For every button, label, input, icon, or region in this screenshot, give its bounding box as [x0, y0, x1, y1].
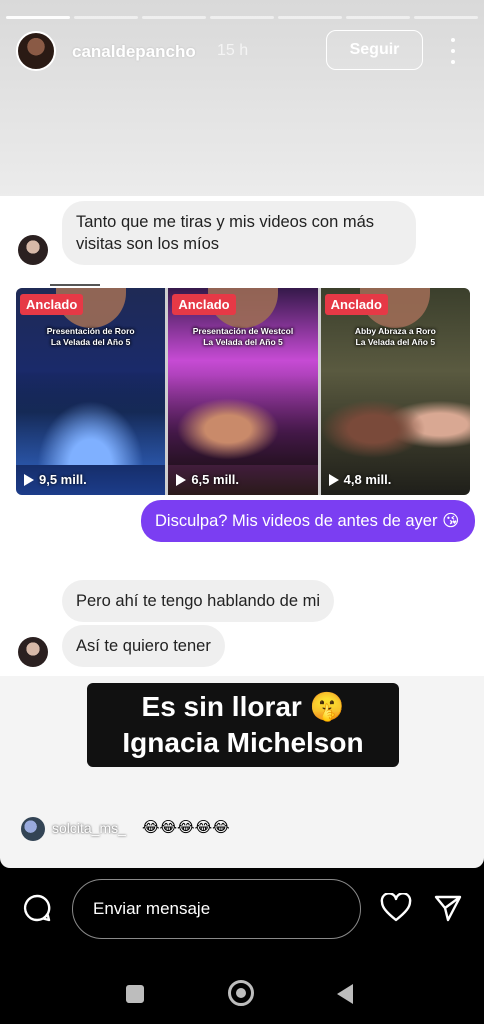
reel-views: 4,8 mill. — [328, 472, 391, 487]
progress-segment — [414, 16, 478, 19]
reel-views: 9,5 mill. — [24, 472, 87, 487]
play-icon — [328, 473, 339, 486]
chat-bubble-icon[interactable] — [22, 893, 52, 928]
back-icon[interactable] — [337, 984, 353, 1004]
outgoing-message: Disculpa? Mis videos de antes de ayer 😘 — [141, 500, 475, 542]
incoming-message: Tanto que me tiras y mis videos con más … — [62, 201, 416, 265]
incoming-message: Así te quiero tener — [62, 625, 225, 667]
send-icon[interactable] — [433, 893, 463, 928]
system-navigation-bar — [0, 960, 484, 1024]
story-caption: Es sin llorar 🤫 Ignacia Michelson — [87, 683, 399, 767]
message-input[interactable]: Enviar mensaje — [72, 879, 361, 939]
sender-avatar — [18, 235, 48, 265]
pinned-badge: Anclado — [324, 294, 388, 315]
progress-segment — [210, 16, 274, 19]
story-view[interactable]: canaldepancho 15 h Seguir Tanto que me t… — [0, 0, 484, 868]
pinned-badge: Anclado — [172, 294, 236, 315]
play-icon — [24, 473, 34, 486]
heart-icon[interactable] — [380, 892, 412, 928]
caption-line: Ignacia Michelson — [122, 727, 364, 758]
story-progress-bar — [6, 16, 478, 19]
more-options-icon[interactable] — [446, 38, 460, 64]
caption-line: Es sin llorar 🤫 — [141, 691, 345, 722]
reel-thumbnail: Anclado Presentación de Westcol La Velada… — [168, 288, 318, 495]
reel-thumbnail: Anclado Abby Abraza a Roro La Velada del … — [320, 288, 470, 495]
reel-thumbnail: Anclado Presentación de Roro La Velada de… — [16, 288, 166, 495]
follow-button[interactable]: Seguir — [326, 30, 423, 70]
reel-title: Presentación de Roro La Velada del Año 5 — [46, 326, 135, 347]
profile-avatar[interactable] — [16, 31, 56, 71]
pinned-badge: Anclado — [20, 294, 84, 315]
progress-segment — [6, 16, 70, 19]
reel-views: 6,5 mill. — [176, 472, 239, 487]
play-icon — [176, 473, 187, 486]
progress-segment — [74, 16, 138, 19]
progress-segment — [142, 16, 206, 19]
reactor-avatar — [21, 817, 45, 841]
pinned-reels-grid: Anclado Presentación de Roro La Velada de… — [16, 288, 470, 495]
home-icon[interactable] — [228, 980, 254, 1006]
sender-avatar — [18, 637, 48, 667]
reel-title: Abby Abraza a Roro La Velada del Año 5 — [354, 326, 436, 347]
recent-apps-icon[interactable] — [126, 985, 144, 1003]
reactor-username: solcita_ms_ — [52, 820, 126, 836]
reel-title: Presentación de Westcol La Velada del Año… — [192, 326, 294, 347]
reels-tab-indicator — [50, 284, 100, 286]
progress-segment — [278, 16, 342, 19]
reaction-emojis: 😂😂😂😂😂 — [142, 819, 230, 836]
incoming-message: Pero ahí te tengo hablando de mi — [62, 580, 335, 622]
story-timestamp: 15 h — [217, 42, 249, 59]
progress-segment — [346, 16, 410, 19]
profile-username[interactable]: canaldepancho — [72, 42, 196, 62]
